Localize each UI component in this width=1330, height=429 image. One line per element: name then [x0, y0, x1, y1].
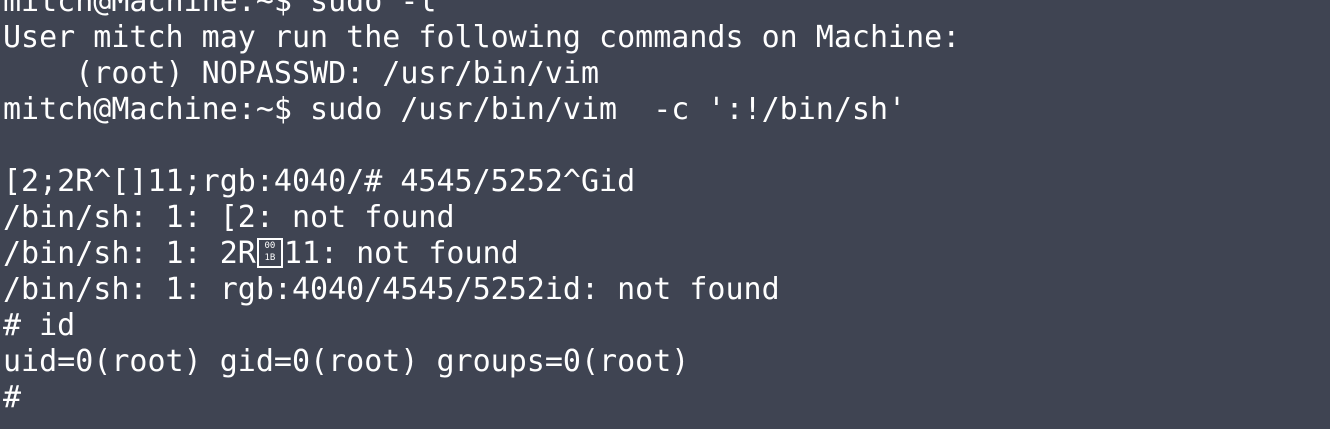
terminal-line: mitch@Machine:~$ sudo /usr/bin/vim -c ':… — [3, 92, 907, 127]
glyph-box-bottom: 1B — [264, 253, 276, 263]
terminal-line-with-glyph: /bin/sh: 1: 2R 00 1B 11: not found — [3, 236, 960, 272]
terminal-line: # id — [3, 308, 76, 343]
terminal-line: (root) NOPASSWD: /usr/bin/vim — [3, 56, 600, 91]
terminal-line: [2;2R^[]11;rgb:4040/# 4545/5252^Gid — [3, 164, 636, 199]
glyph-box-top: 00 — [264, 241, 276, 251]
terminal-line: User mitch may run the following command… — [3, 20, 961, 55]
terminal-prompt-line[interactable]: # — [3, 380, 960, 416]
terminal-line-suffix: 11: not found — [283, 236, 519, 271]
terminal-line: /bin/sh: 1: rgb:4040/4545/5252id: not fo… — [3, 272, 780, 307]
unprintable-glyph-box: 00 1B — [256, 238, 283, 268]
terminal-line: /bin/sh: 1: [2: not found — [3, 200, 455, 235]
terminal-output: mitch@Machine:~$ sudo -l User mitch may … — [3, 0, 960, 416]
terminal-line: uid=0(root) gid=0(root) groups=0(root) — [3, 344, 690, 379]
terminal-line-prefix: /bin/sh: 1: 2R — [3, 236, 256, 271]
terminal-line: mitch@Machine:~$ sudo -l — [3, 0, 437, 19]
terminal-window[interactable]: mitch@Machine:~$ sudo -l User mitch may … — [0, 0, 1330, 429]
